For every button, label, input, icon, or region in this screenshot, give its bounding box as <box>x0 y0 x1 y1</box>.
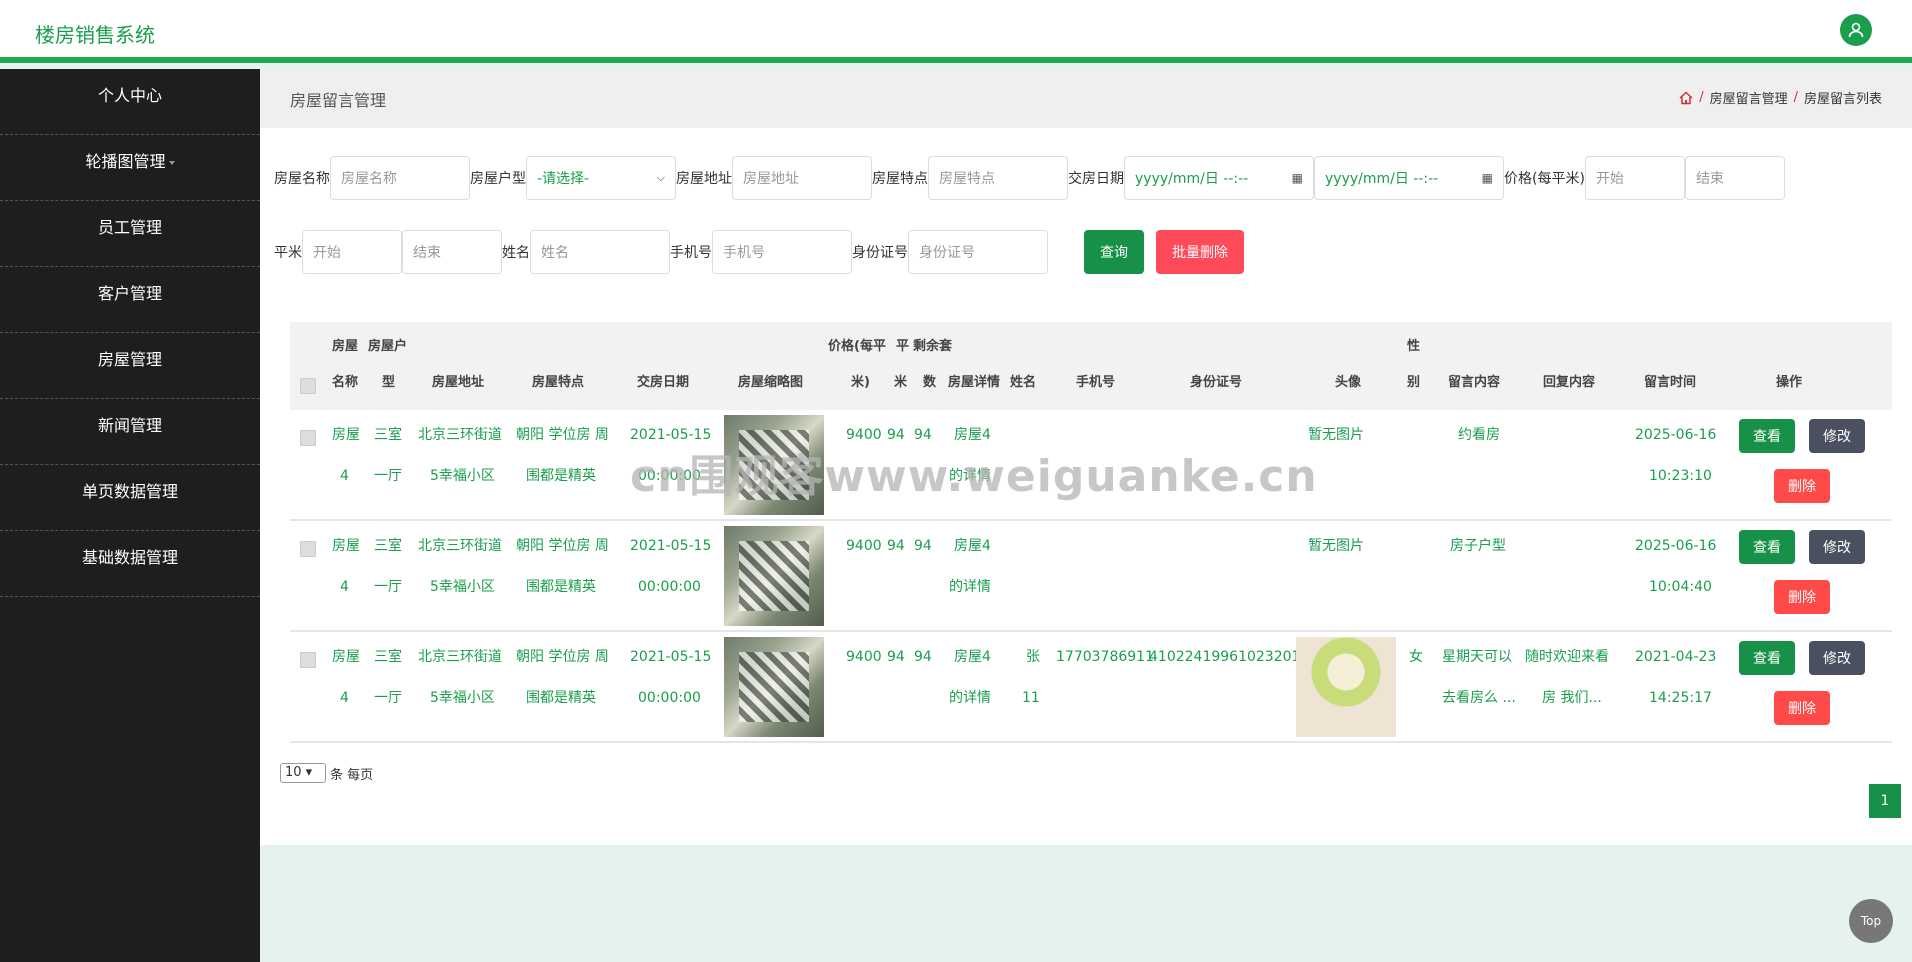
idcard-input[interactable]: 身份证号 <box>908 230 1048 274</box>
house-feature-input[interactable]: 房屋特点 <box>928 156 1068 200</box>
area-end-input[interactable]: 结束 <box>402 230 502 274</box>
sidebar-item-single-page[interactable]: 单页数据管理 <box>0 465 260 531</box>
edit-button[interactable]: 修改 <box>1809 419 1865 453</box>
header-avatar: 头像 <box>1335 375 1362 390</box>
sidebar-item-employees[interactable]: 员工管理 <box>0 201 260 267</box>
header-thumbnail: 房屋缩略图 <box>738 375 804 390</box>
header-idcard: 身份证号 <box>1190 375 1243 390</box>
delivery-date-end[interactable]: yyyy/mm/日 --:-- ▦ <box>1314 156 1504 200</box>
sidebar-item-news[interactable]: 新闻管理 <box>0 399 260 465</box>
delivery-date-label: 交房日期 <box>1068 171 1124 187</box>
header-house-type: 型 <box>382 375 396 390</box>
user-avatar-icon[interactable] <box>1840 14 1872 46</box>
house-name-input[interactable]: 房屋名称 <box>330 156 470 200</box>
house-feature-label: 房屋特点 <box>872 171 928 187</box>
idcard-label: 身份证号 <box>852 245 908 261</box>
delete-button[interactable]: 删除 <box>1774 691 1830 725</box>
breadcrumb-separator: / <box>1699 90 1704 105</box>
header-message-content: 留言内容 <box>1448 375 1501 390</box>
person-name-input[interactable]: 姓名 <box>530 230 670 274</box>
header-phone: 手机号 <box>1076 375 1116 390</box>
page-number-button[interactable]: 1 <box>1869 784 1901 818</box>
sidebar: 个人中心 轮播图管理 员工管理 客户管理 房屋管理 新闻管理 单页数据管理 基础… <box>0 69 260 962</box>
calendar-icon[interactable]: ▦ <box>1292 171 1303 185</box>
price-start-input[interactable]: 开始 <box>1584 156 1685 200</box>
price-label: 价格(每平米) <box>1504 171 1585 187</box>
calendar-icon[interactable]: ▦ <box>1482 171 1493 185</box>
sidebar-item-customers[interactable]: 客户管理 <box>0 267 260 333</box>
header-price: 米) <box>851 375 870 390</box>
chevron-down-icon <box>168 160 175 165</box>
delete-button[interactable]: 删除 <box>1774 580 1830 614</box>
page-size-select[interactable]: 10 ▾ <box>280 763 326 783</box>
header-delivery-date: 交房日期 <box>637 375 690 390</box>
edit-button[interactable]: 修改 <box>1809 530 1865 564</box>
header-address: 房屋地址 <box>432 375 485 390</box>
header-feature: 房屋特点 <box>532 375 585 390</box>
view-button[interactable]: 查看 <box>1739 419 1795 453</box>
edit-button[interactable]: 修改 <box>1809 641 1865 675</box>
sidebar-item-carousel[interactable]: 轮播图管理 <box>0 135 260 201</box>
page-size-control: 10 ▾ 条 每页 <box>280 763 373 783</box>
filter-row-1: 房屋名称 房屋名称 房屋户型 -请选择- ⌵ 房屋地址 房屋地址 房屋特点 房屋特… <box>274 156 1785 200</box>
query-button[interactable]: 查询 <box>1084 230 1144 274</box>
watermark: cn围观客www.weiguanke.cn <box>630 451 1318 502</box>
house-thumbnail[interactable] <box>724 526 824 626</box>
header-remaining: 数 <box>923 375 937 390</box>
breadcrumb-level2: 房屋留言列表 <box>1803 92 1882 107</box>
price-end-input[interactable]: 结束 <box>1684 156 1785 200</box>
person-name-label: 姓名 <box>502 245 530 261</box>
table-row: 房屋 4 三室 一厅 北京三环街道 5幸福小区 朝阳 学位房 周 围都是精英 2… <box>290 632 1892 743</box>
delivery-date-start[interactable]: yyyy/mm/日 --:-- ▦ <box>1124 156 1314 200</box>
message-table: 房屋 名称 房屋户 型 房屋地址 房屋特点 交房日期 房屋缩略图 价格(每平 米… <box>290 322 1892 743</box>
header-area: 米 <box>894 375 908 390</box>
page-title: 房屋留言管理 <box>290 91 387 110</box>
header-detail: 房屋详情 <box>948 375 1001 390</box>
title-bar: 房屋留言管理 / 房屋留言管理 / 房屋留言列表 <box>260 69 1912 128</box>
per-page-label: 条 每页 <box>330 767 374 783</box>
header-gender: 别 <box>1407 375 1421 390</box>
sidebar-item-personal-center[interactable]: 个人中心 <box>0 69 260 135</box>
filter-row-2: 平米 开始 结束 姓名 姓名 手机号 手机号 身份证号 身份证号 查询 批量删除 <box>274 230 1244 274</box>
house-address-label: 房屋地址 <box>676 171 732 187</box>
phone-label: 手机号 <box>670 245 712 261</box>
top-bar: 楼房销售系统 <box>0 0 1912 63</box>
header-reply-content: 回复内容 <box>1543 375 1596 390</box>
chevron-down-icon: ⌵ <box>656 171 665 184</box>
house-type-label: 房屋户型 <box>470 171 526 187</box>
breadcrumb-level1[interactable]: 房屋留言管理 <box>1710 88 1788 107</box>
breadcrumb-separator: / <box>1793 90 1798 105</box>
sidebar-item-houses[interactable]: 房屋管理 <box>0 333 260 399</box>
table-row: 房屋 4 三室 一厅 北京三环街道 5幸福小区 朝阳 学位房 周 围都是精英 2… <box>290 521 1892 632</box>
row-checkbox[interactable] <box>300 652 316 668</box>
area-label: 平米 <box>274 245 302 261</box>
batch-delete-button[interactable]: 批量删除 <box>1156 230 1244 274</box>
app-title: 楼房销售系统 <box>35 23 155 47</box>
table-header: 房屋 名称 房屋户 型 房屋地址 房屋特点 交房日期 房屋缩略图 价格(每平 米… <box>290 322 1892 410</box>
sidebar-item-basic-data[interactable]: 基础数据管理 <box>0 531 260 597</box>
house-thumbnail[interactable] <box>724 637 824 737</box>
header-operations: 操作 <box>1776 375 1803 390</box>
row-checkbox[interactable] <box>300 430 316 446</box>
house-type-select[interactable]: -请选择- ⌵ <box>526 156 676 200</box>
row-checkbox[interactable] <box>300 541 316 557</box>
home-icon[interactable] <box>1679 90 1693 105</box>
delete-button[interactable]: 删除 <box>1774 469 1830 503</box>
select-all-checkbox[interactable] <box>300 378 316 394</box>
avatar[interactable] <box>1296 637 1396 737</box>
header-person-name: 姓名 <box>1010 375 1037 390</box>
phone-input[interactable]: 手机号 <box>712 230 852 274</box>
view-button[interactable]: 查看 <box>1739 641 1795 675</box>
breadcrumb: / 房屋留言管理 / 房屋留言列表 <box>1679 88 1882 107</box>
view-button[interactable]: 查看 <box>1739 530 1795 564</box>
area-start-input[interactable]: 开始 <box>302 230 402 274</box>
no-image-text: 暂无图片 <box>1308 538 1364 554</box>
header-message-time: 留言时间 <box>1644 375 1697 390</box>
house-address-input[interactable]: 房屋地址 <box>732 156 872 200</box>
back-to-top-button[interactable]: Top <box>1849 899 1893 943</box>
header-house-name: 名称 <box>332 375 359 390</box>
house-name-label: 房屋名称 <box>274 171 330 187</box>
